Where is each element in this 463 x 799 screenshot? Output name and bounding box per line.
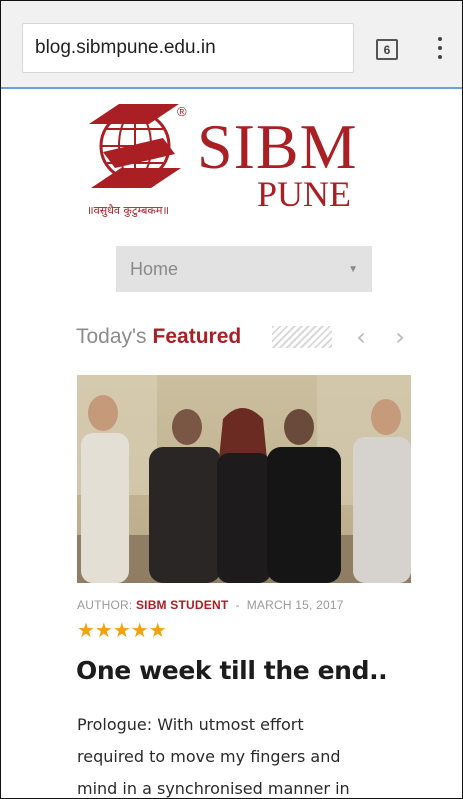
post-meta: AUTHOR: SIBM STUDENT - MARCH 15, 2017 [77, 598, 417, 612]
logo-tagline: ॥वसुधैव कुटुम्बकम॥ [87, 204, 169, 217]
rating-stars-icon: ★★★★★ [77, 618, 167, 642]
phone-screen: blog.sibmpune.edu.in 6 ® SIBM PUNE ॥वसुध… [0, 0, 463, 799]
excerpt-line: mind in a synchronised manner in [77, 779, 350, 798]
tab-count: 6 [383, 42, 391, 57]
featured-prefix: Today's [76, 325, 147, 348]
post-title-link[interactable]: One week till the end.. [76, 656, 456, 685]
sibm-logo[interactable]: ® SIBM PUNE ॥वसुधैव कुटुम्बकम॥ [79, 96, 409, 226]
post-date: MARCH 15, 2017 [246, 598, 344, 612]
overflow-menu-icon[interactable] [436, 37, 444, 59]
author-name-link[interactable]: SIBM STUDENT [136, 598, 228, 612]
featured-highlight: Featured [152, 325, 242, 348]
nav-selected-label: Home [130, 258, 179, 279]
meta-separator: - [235, 598, 240, 612]
dropdown-caret-icon: ▼ [348, 263, 358, 275]
heading-hatch-divider [272, 326, 332, 348]
author-label: AUTHOR: [77, 598, 133, 612]
address-bar[interactable]: blog.sibmpune.edu.in [22, 23, 354, 73]
chevron-left-icon[interactable]: ‹ [351, 323, 371, 351]
chevron-right-icon[interactable]: › [390, 323, 410, 351]
logo-subname: PUNE [257, 174, 351, 214]
excerpt-line: Prologue: With utmost effort [77, 715, 304, 734]
logo-name: SIBM [197, 111, 358, 182]
url-text: blog.sibmpune.edu.in [35, 37, 216, 58]
star-rating: ★★★★★ [77, 618, 167, 642]
nav-select-dropdown[interactable]: Home ▼ [116, 246, 372, 292]
tab-switcher-button[interactable]: 6 [376, 39, 398, 60]
featured-post-image[interactable] [77, 375, 411, 583]
post-excerpt: Prologue: With utmost effort required to… [77, 709, 417, 798]
browser-toolbar: blog.sibmpune.edu.in 6 [1, 1, 462, 89]
registered-mark: ® [177, 104, 187, 119]
globe-emblem-icon [89, 104, 181, 188]
excerpt-line: required to move my fingers and [77, 747, 341, 766]
featured-heading: Today's Featured [76, 321, 241, 353]
